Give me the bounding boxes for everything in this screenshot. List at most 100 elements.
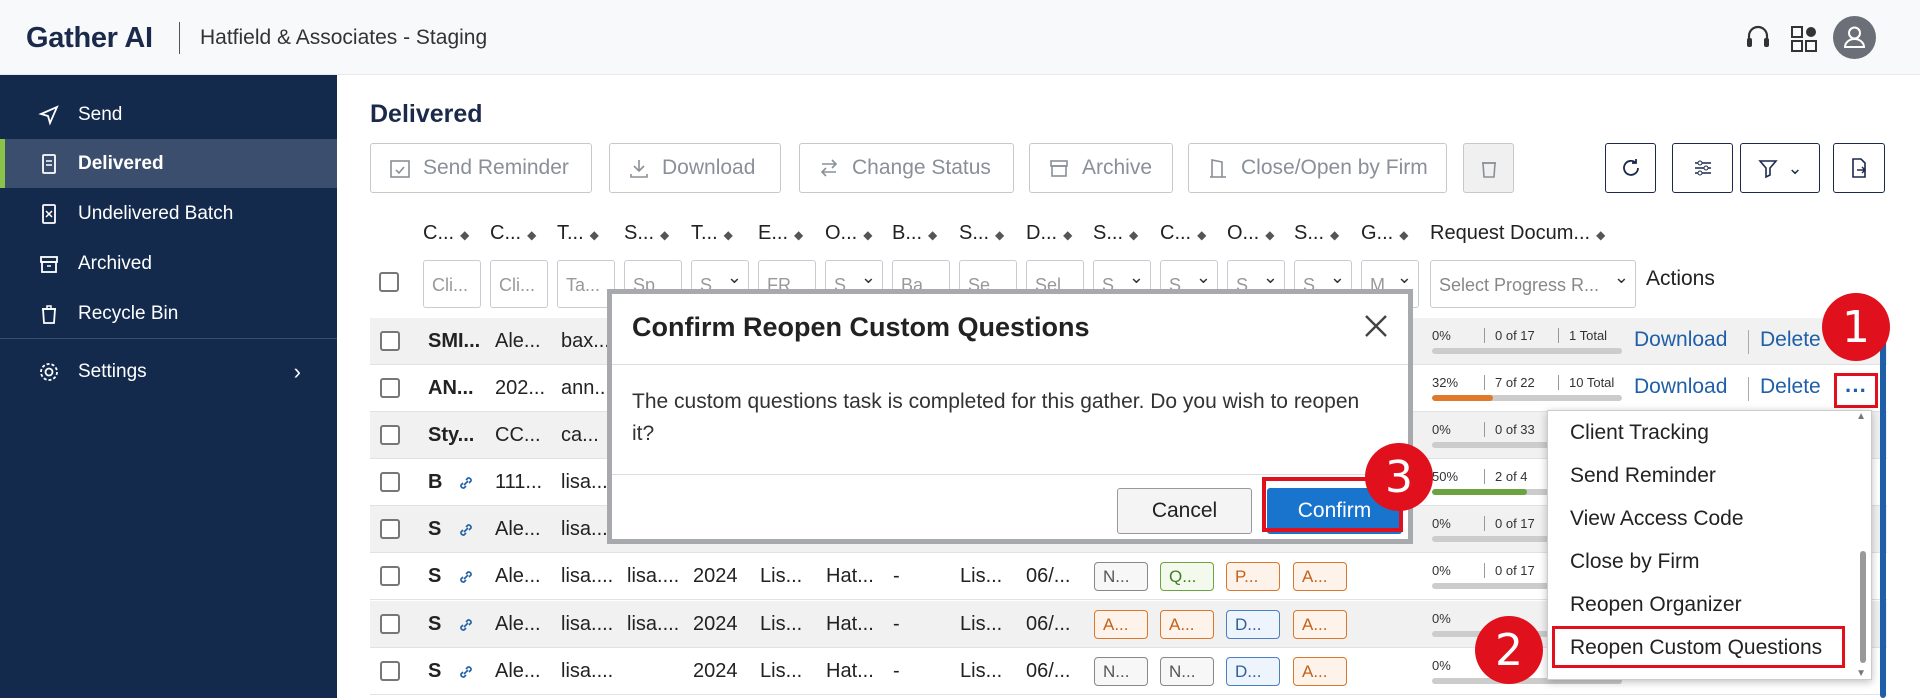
more-actions-button[interactable]: ··· — [1834, 373, 1878, 408]
table-cell: S — [428, 660, 442, 682]
row-checkbox[interactable] — [380, 425, 400, 445]
sidebar-item-send[interactable]: Send — [0, 90, 337, 139]
progress-count: 2 of 4 — [1484, 469, 1528, 484]
table-cell: Ale... — [495, 613, 541, 635]
sidebar-item-archived[interactable]: Archived — [0, 239, 337, 288]
table-cell: 06/... — [1026, 613, 1071, 635]
status-badge[interactable]: A... — [1293, 610, 1347, 639]
link-icon[interactable] — [458, 617, 474, 633]
progress-count: 0 of 33 — [1484, 422, 1535, 437]
link-icon[interactable] — [458, 569, 474, 585]
sidebar-item-settings[interactable]: Settings › — [0, 347, 337, 396]
ellipsis-icon: ··· — [1845, 377, 1867, 403]
table-cell: 2024 — [693, 660, 738, 682]
link-icon[interactable] — [458, 522, 474, 538]
table-cell: 2024 — [693, 613, 738, 635]
chevron-right-icon: › — [293, 358, 301, 384]
status-badge[interactable]: N... — [1094, 562, 1148, 591]
progress-bar — [1432, 348, 1622, 354]
progress-percent: 0% — [1432, 516, 1451, 531]
row-checkbox[interactable] — [380, 472, 400, 492]
progress-percent: 32% — [1432, 375, 1459, 390]
table-cell: 06/... — [1026, 565, 1071, 587]
row-checkbox[interactable] — [380, 378, 400, 398]
status-badge[interactable]: A... — [1094, 610, 1148, 639]
link-icon[interactable] — [458, 475, 474, 491]
menu-item-close-by-firm[interactable]: Close by Firm — [1570, 550, 1700, 574]
table-cell: lisa... — [561, 471, 608, 493]
sidebar-item-label: Settings — [78, 360, 147, 382]
trash-icon — [42, 304, 56, 324]
progress-count: 0 of 17 — [1484, 563, 1535, 578]
table-cell: CC... — [495, 424, 541, 446]
action-separator — [1748, 377, 1749, 401]
link-icon[interactable] — [458, 664, 474, 680]
step-marker-3: 3 — [1365, 443, 1433, 511]
table-cell: Sty... — [428, 424, 475, 446]
status-badge[interactable]: A... — [1293, 657, 1347, 686]
menu-item-send-reminder[interactable]: Send Reminder — [1570, 464, 1716, 488]
table-cell: S — [428, 565, 442, 587]
scroll-up-icon[interactable]: ▲ — [1856, 411, 1866, 422]
table-cell: ca... — [561, 424, 599, 446]
row-checkbox[interactable] — [380, 331, 400, 351]
close-icon[interactable] — [1362, 312, 1390, 340]
menu-item-reopen-organizer[interactable]: Reopen Organizer — [1570, 593, 1742, 617]
status-badge[interactable]: P... — [1226, 562, 1280, 591]
progress-percent: 50% — [1432, 469, 1459, 484]
scroll-down-icon[interactable]: ▼ — [1856, 668, 1866, 679]
table-cell: lisa... — [561, 518, 608, 540]
send-icon — [38, 104, 59, 126]
sidebar-item-undelivered-batch[interactable]: Undelivered Batch — [0, 189, 337, 238]
cancel-button[interactable]: Cancel — [1117, 488, 1252, 534]
table-cell: Lis... — [760, 565, 803, 587]
table-cell: Hat... — [826, 613, 874, 635]
table-cell: lisa.... — [627, 565, 680, 587]
row-checkbox[interactable] — [380, 661, 400, 681]
dialog-title: Confirm Reopen Custom Questions — [632, 312, 1090, 342]
progress-percent: 0% — [1432, 658, 1451, 673]
row-delete-link[interactable]: Delete — [1760, 375, 1821, 399]
progress-percent: 0% — [1432, 422, 1451, 437]
status-badge[interactable]: D... — [1226, 657, 1280, 686]
table-cell: AN... — [428, 377, 474, 399]
menu-item-client-tracking[interactable]: Client Tracking — [1570, 421, 1709, 445]
table-cell: Ale... — [495, 330, 541, 352]
brand-logo[interactable]: Gather AI — [26, 22, 153, 55]
table-scrollbar[interactable] — [1880, 318, 1886, 698]
status-badge[interactable]: A... — [1293, 562, 1347, 591]
row-download-link[interactable]: Download — [1634, 328, 1727, 352]
sidebar-item-label: Delivered — [78, 152, 164, 174]
status-badge[interactable]: A... — [1160, 610, 1214, 639]
row-delete-link[interactable]: Delete — [1760, 328, 1821, 352]
brand-divider — [179, 22, 180, 54]
sidebar-item-recycle-bin[interactable]: Recycle Bin — [0, 289, 337, 338]
status-badge[interactable]: N... — [1160, 657, 1214, 686]
action-separator — [1748, 330, 1749, 354]
batch-icon — [42, 203, 56, 224]
sidebar-item-label: Recycle Bin — [78, 302, 179, 324]
row-checkbox[interactable] — [380, 566, 400, 586]
archive-icon — [40, 255, 58, 273]
row-download-link[interactable]: Download — [1634, 375, 1727, 399]
highlight-reopen-custom-questions — [1552, 626, 1845, 668]
status-badge[interactable]: N... — [1094, 657, 1148, 686]
row-checkbox[interactable] — [380, 614, 400, 634]
dialog-divider — [612, 474, 1408, 475]
menu-item-view-access-code[interactable]: View Access Code — [1570, 507, 1744, 531]
sidebar-item-delivered[interactable]: Delivered — [0, 139, 337, 188]
document-icon — [42, 153, 56, 174]
status-badge[interactable]: Q... — [1160, 562, 1214, 591]
row-checkbox[interactable] — [380, 519, 400, 539]
sidebar-item-label: Send — [78, 103, 123, 125]
table-cell: 2024 — [693, 565, 738, 587]
table-cell: 111... — [495, 471, 543, 493]
table-cell: - — [893, 565, 900, 587]
status-badge[interactable]: D... — [1226, 610, 1280, 639]
menu-scrollbar[interactable] — [1860, 551, 1866, 663]
progress-percent: 0% — [1432, 563, 1451, 578]
step-marker-2: 2 — [1475, 616, 1543, 684]
progress-total: 1 Total — [1558, 328, 1607, 343]
dialog-message: The custom questions task is completed f… — [632, 390, 1360, 445]
table-cell: - — [893, 613, 900, 635]
